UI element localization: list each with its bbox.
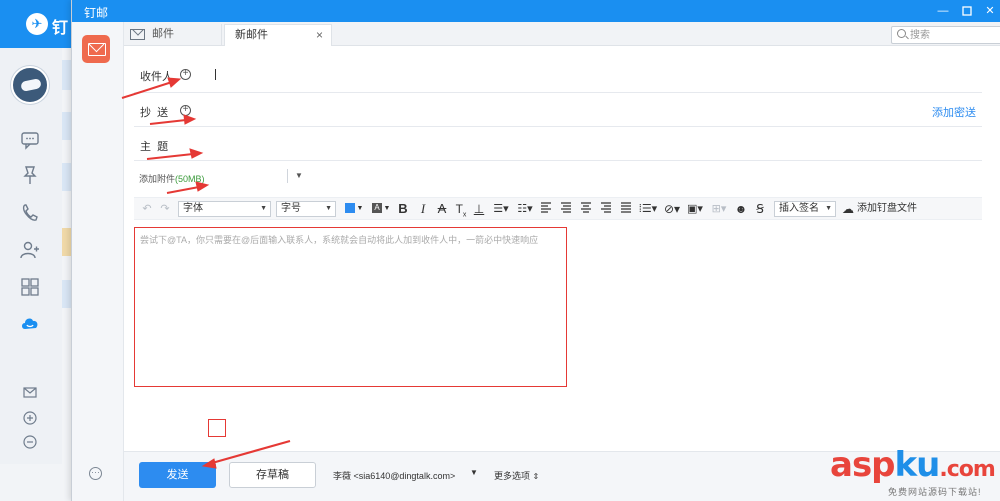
watermark-logo: aspku.com — [830, 445, 996, 485]
sort-icon: ⇕ — [532, 472, 540, 481]
emoji-icon[interactable]: ☻ — [734, 201, 748, 217]
bullet-list-icon[interactable]: ☰▾ — [491, 201, 511, 217]
strikethrough-icon[interactable]: A — [435, 201, 449, 217]
watermark-brand-a: asp — [830, 445, 896, 485]
attach-dropdown-icon[interactable]: ▼ — [295, 171, 303, 180]
phone-icon[interactable] — [20, 203, 40, 223]
annotation-box — [134, 227, 567, 387]
size-select[interactable]: 字号 ▼ — [276, 201, 336, 217]
search-icon — [897, 29, 906, 38]
justify-icon[interactable] — [619, 201, 633, 217]
mail-icon[interactable] — [20, 383, 40, 403]
tab-label: 邮件 — [152, 28, 174, 40]
tab-bar: 邮件 新邮件 × ••• — [124, 22, 1000, 46]
highlight-icon[interactable]: A — [372, 203, 382, 213]
more-options-button[interactable]: 更多选项 ⇕ — [494, 469, 539, 482]
to-label: 收件人 — [140, 71, 173, 83]
pin-icon[interactable] — [20, 165, 40, 185]
add-recipient-icon[interactable]: + — [180, 69, 191, 80]
table-icon[interactable]: ⊞▾ — [709, 201, 729, 217]
tab-new-mail[interactable]: 新邮件 × — [224, 24, 332, 46]
signature-select-value: 插入签名 — [779, 203, 819, 214]
align-right-icon[interactable] — [599, 201, 613, 217]
sender-dropdown-icon[interactable]: ▼ — [470, 468, 478, 477]
close-tab-icon[interactable]: × — [316, 25, 323, 46]
envelope-icon — [130, 29, 145, 40]
signature-select[interactable]: 插入签名 ▼ — [774, 201, 836, 217]
cloud-upload-icon[interactable]: ☁ — [841, 201, 855, 217]
save-draft-button[interactable]: 存草稿 — [229, 462, 316, 488]
tab-mail[interactable]: 邮件 — [124, 24, 222, 46]
cloud-icon[interactable] — [20, 313, 40, 333]
tab-label: 新邮件 — [235, 29, 268, 41]
signature-icon[interactable]: Ꞩ — [753, 201, 767, 217]
attach-size: (50MB) — [175, 174, 205, 184]
divider — [287, 169, 288, 183]
font-color-icon[interactable] — [345, 203, 355, 213]
add-cloud-file-link[interactable]: 添加钉盘文件 — [857, 201, 917, 217]
more-circle-icon[interactable]: ··· — [89, 467, 102, 480]
to-input-caret[interactable] — [215, 69, 216, 80]
size-select-value: 字号 — [281, 203, 301, 214]
dingtalk-logo-icon: ✈ — [26, 13, 48, 35]
mail-app-icon[interactable] — [82, 35, 110, 63]
numbered-list-icon[interactable]: ☷▾ — [515, 201, 535, 217]
add-attachment-link[interactable]: 添加附件(50MB) — [139, 172, 205, 185]
search-input[interactable] — [910, 28, 1000, 42]
annotation-box — [208, 419, 226, 437]
watermark: aspku.com 免费网站源码下载站! — [830, 445, 1000, 501]
attach-label: 添加附件 — [139, 174, 176, 184]
link-icon[interactable]: ⊘▾ — [662, 201, 682, 217]
chevron-down-icon[interactable]: ▼ — [383, 201, 391, 217]
chevron-down-icon[interactable]: ▼ — [356, 201, 364, 217]
watermark-brand-b: ku — [894, 445, 941, 485]
background-titlebar: ✈ 钉 — [0, 0, 75, 48]
font-select[interactable]: 字体 ▼ — [178, 201, 271, 217]
contacts-icon[interactable] — [20, 240, 40, 260]
apps-icon[interactable] — [20, 277, 40, 297]
cc-row: 抄 送 + 添加密送 — [134, 93, 982, 127]
align-left-icon[interactable] — [539, 201, 553, 217]
background-app-title: 钉 — [52, 20, 69, 37]
clear-format-icon[interactable]: Tx — [454, 201, 468, 218]
window-titlebar: 钉邮 — ✕ — [72, 0, 1000, 22]
font-select-value: 字体 — [183, 203, 203, 214]
subject-row: 主 题 — [134, 127, 982, 161]
watermark-tagline: 免费网站源码下载站! — [888, 487, 982, 497]
plus-circle-icon[interactable] — [20, 408, 40, 428]
align-center-icon[interactable] — [579, 201, 593, 217]
chevron-down-icon: ▼ — [325, 205, 332, 212]
add-bcc-link[interactable]: 添加密送 — [932, 104, 976, 120]
window-title: 钉邮 — [84, 6, 109, 20]
to-row: 收件人 + — [134, 57, 982, 93]
mail-left-rail: ··· — [72, 22, 124, 501]
send-button[interactable]: 发送 — [139, 462, 216, 488]
chevron-down-icon: ▼ — [825, 205, 832, 212]
minimize-button[interactable]: — — [935, 3, 951, 19]
more-options-label: 更多选项 — [494, 471, 531, 481]
maximize-button[interactable] — [959, 3, 975, 19]
sender-address[interactable]: 李薇 <sia6140@dingtalk.com> — [333, 469, 455, 482]
avatar[interactable] — [11, 66, 49, 104]
background-app-window: ✈ 钉 — [0, 0, 75, 501]
watermark-brand-c: .com — [939, 457, 995, 482]
align-justify-left-icon[interactable] — [559, 201, 573, 217]
bold-icon[interactable]: B — [396, 201, 410, 217]
undo-icon[interactable]: ↶ — [140, 201, 154, 217]
close-button[interactable]: ✕ — [982, 3, 998, 19]
redo-icon[interactable]: ↷ — [158, 201, 172, 217]
image-icon[interactable]: ▣▾ — [685, 201, 705, 217]
search-box — [891, 26, 1000, 44]
screen: ✈ 钉 钉邮 — ✕ ··· 邮件 新邮件 × 搜索 收件人 + 抄 送 + 添… — [0, 0, 1000, 501]
more-circle-icon[interactable] — [20, 432, 40, 452]
editor-toolbar: ↶ ↷ 字体 ▼ 字号 ▼ ▼ A ▼ B I A Tx ⊥ ☰▾ ☷▾ ⁞☰▾… — [134, 197, 982, 220]
underline-icon[interactable]: ⊥ — [472, 201, 486, 217]
subject-label: 主 题 — [140, 141, 169, 153]
cc-label: 抄 送 — [140, 107, 169, 119]
italic-icon[interactable]: I — [416, 201, 430, 217]
chevron-down-icon: ▼ — [260, 205, 267, 212]
chat-icon[interactable] — [20, 130, 40, 150]
line-height-icon[interactable]: ⁞☰▾ — [638, 201, 658, 217]
add-cc-icon[interactable]: + — [180, 105, 191, 116]
